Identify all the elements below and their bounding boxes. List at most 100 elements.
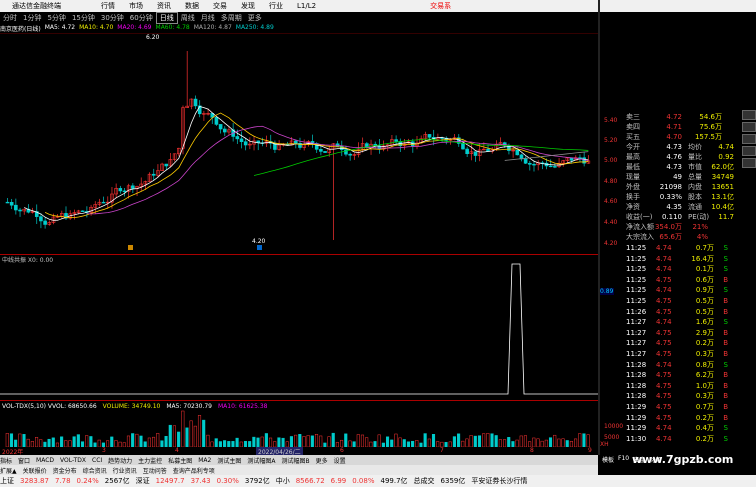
volume-bar: [164, 436, 168, 447]
volume-bar: [294, 434, 298, 447]
volume-bar: [172, 425, 176, 447]
volume-bar: [22, 434, 26, 447]
period-60min[interactable]: 60分钟: [127, 13, 156, 23]
period-monthly[interactable]: 月线: [198, 13, 218, 23]
volume-bar: [126, 435, 131, 447]
sh-amount: 2567亿: [104, 477, 130, 485]
volume-bar: [97, 439, 101, 447]
tab-关联报价[interactable]: 关联报价: [23, 466, 47, 475]
volume-bar: [452, 436, 456, 447]
candle-body: [5, 201, 10, 204]
volume-bar: [482, 433, 486, 447]
candle-body: [80, 210, 85, 212]
news-ticker[interactable]: 平安证券长沙行情: [471, 476, 527, 486]
side-tool-4[interactable]: [742, 146, 756, 156]
period-1min[interactable]: 1分钟: [20, 13, 44, 23]
period-weekly[interactable]: 周线: [178, 13, 198, 23]
volume-bar: [431, 434, 436, 447]
x-label-7: 7: [440, 447, 444, 454]
tab-资金分布[interactable]: 资金分布: [53, 466, 77, 475]
sz-label[interactable]: 深证: [136, 476, 150, 486]
menu-level[interactable]: L1/L2: [297, 2, 316, 10]
tab-设置[interactable]: 设置: [334, 456, 346, 465]
volume-bar: [298, 434, 302, 447]
tick-row: 11:25 4.75 0.6万 B: [626, 275, 728, 284]
candle-body: [427, 134, 432, 138]
period-more[interactable]: 更多: [245, 13, 265, 23]
candle-body: [243, 141, 248, 146]
tab-互动问答[interactable]: 互动问答: [143, 466, 167, 475]
menu-discover[interactable]: 发现: [241, 1, 255, 11]
panel-divider: [0, 254, 598, 255]
tab-更多[interactable]: 更多: [316, 456, 328, 465]
tab-VOL-TDX[interactable]: VOL-TDX: [60, 457, 86, 464]
vol-ma5: MA5: 70230.79: [166, 403, 212, 410]
tick-row: 11:29 4.75 0.7万 B: [626, 402, 728, 411]
candle-body: [553, 166, 557, 168]
tab-趋势动力[interactable]: 趋势动力: [108, 456, 132, 465]
indicator-chart[interactable]: [0, 262, 598, 397]
sh-label[interactable]: 上证: [0, 476, 14, 486]
side-tool-3[interactable]: [742, 134, 756, 144]
tab-测试幅图B[interactable]: 测试幅图B: [281, 456, 309, 465]
period-daily[interactable]: 日线: [155, 11, 178, 24]
tab-窗口[interactable]: 窗口: [18, 456, 30, 465]
tab-私募主图[interactable]: 私募主图: [168, 456, 192, 465]
tab-MACD[interactable]: MACD: [36, 457, 54, 464]
tab-MA2[interactable]: MA2: [198, 457, 211, 464]
event-marker[interactable]: [128, 245, 133, 250]
tab-查询产品利专项[interactable]: 查询产品利专项: [173, 466, 215, 475]
event-marker[interactable]: [257, 245, 262, 250]
tab-行业资讯[interactable]: 行业资讯: [113, 466, 137, 475]
menu-quotes[interactable]: 行情: [101, 1, 115, 11]
candle-body: [528, 162, 532, 165]
quote-row: 外盘 21098 内盘 13651: [626, 183, 734, 191]
menu-trade[interactable]: 交易: [213, 1, 227, 11]
menu-news[interactable]: 资讯: [157, 1, 171, 11]
menu-data[interactable]: 数据: [185, 1, 199, 11]
tab-指标[interactable]: 指标: [0, 456, 12, 465]
side-tool-5[interactable]: [742, 158, 756, 168]
side-tool-2[interactable]: [742, 122, 756, 132]
tab-主力监控[interactable]: 主力监控: [138, 456, 162, 465]
tick-list[interactable]: 11:25 4.74 0.7万 S 11:25 4.74 16.4万 S 11:25 4.74 0.…: [626, 243, 756, 444]
volume-bar: [147, 437, 151, 447]
tab-测试幅图A[interactable]: 测试幅图A: [247, 456, 275, 465]
sz-change: 37.43: [190, 477, 211, 485]
volume-bar: [5, 433, 9, 447]
volume-bar: [85, 435, 89, 447]
volume-bar: [578, 433, 582, 447]
tab-CCI[interactable]: CCI: [92, 457, 102, 464]
sz-index: 12497.7: [155, 477, 185, 485]
tab-扩展▲[interactable]: 扩展▲: [0, 466, 17, 475]
period-15min[interactable]: 15分钟: [69, 13, 98, 23]
tab-综合资讯[interactable]: 综合资讯: [83, 466, 107, 475]
candle-body: [319, 149, 323, 152]
menu-industry[interactable]: 行业: [269, 1, 283, 11]
period-5min[interactable]: 5分钟: [44, 13, 68, 23]
side-tab-template[interactable]: 模板: [602, 455, 614, 464]
volume-chart[interactable]: [0, 410, 598, 447]
tab-测试主图[interactable]: 测试主图: [217, 456, 241, 465]
candlestick-chart[interactable]: [0, 33, 598, 255]
side-tab-f10[interactable]: F10: [618, 455, 629, 462]
tick-row: 11:28 4.75 0.3万 B: [626, 392, 728, 401]
tick-row: 11:27 4.75 0.2万 B: [626, 339, 728, 348]
candle-body: [118, 188, 123, 192]
tick-row: 11:25 4.74 16.4万 S: [626, 254, 728, 263]
volume-bar: [503, 439, 507, 447]
candle-body: [14, 204, 18, 211]
candle-body: [131, 185, 135, 189]
volume-bar: [515, 439, 519, 447]
zx-label[interactable]: 中小: [276, 476, 290, 486]
volume-bar: [260, 436, 264, 447]
period-30min[interactable]: 30分钟: [98, 13, 127, 23]
period-fenshi[interactable]: 分时: [0, 13, 20, 23]
side-tool-1[interactable]: [742, 110, 756, 120]
candle-body: [473, 151, 478, 156]
volume-bar: [302, 436, 306, 447]
zx-pct: 0.08%: [352, 477, 375, 485]
period-multi[interactable]: 多周期: [218, 13, 245, 23]
menu-market[interactable]: 市场: [129, 1, 143, 11]
trade-system-label[interactable]: 交易系: [430, 1, 451, 11]
